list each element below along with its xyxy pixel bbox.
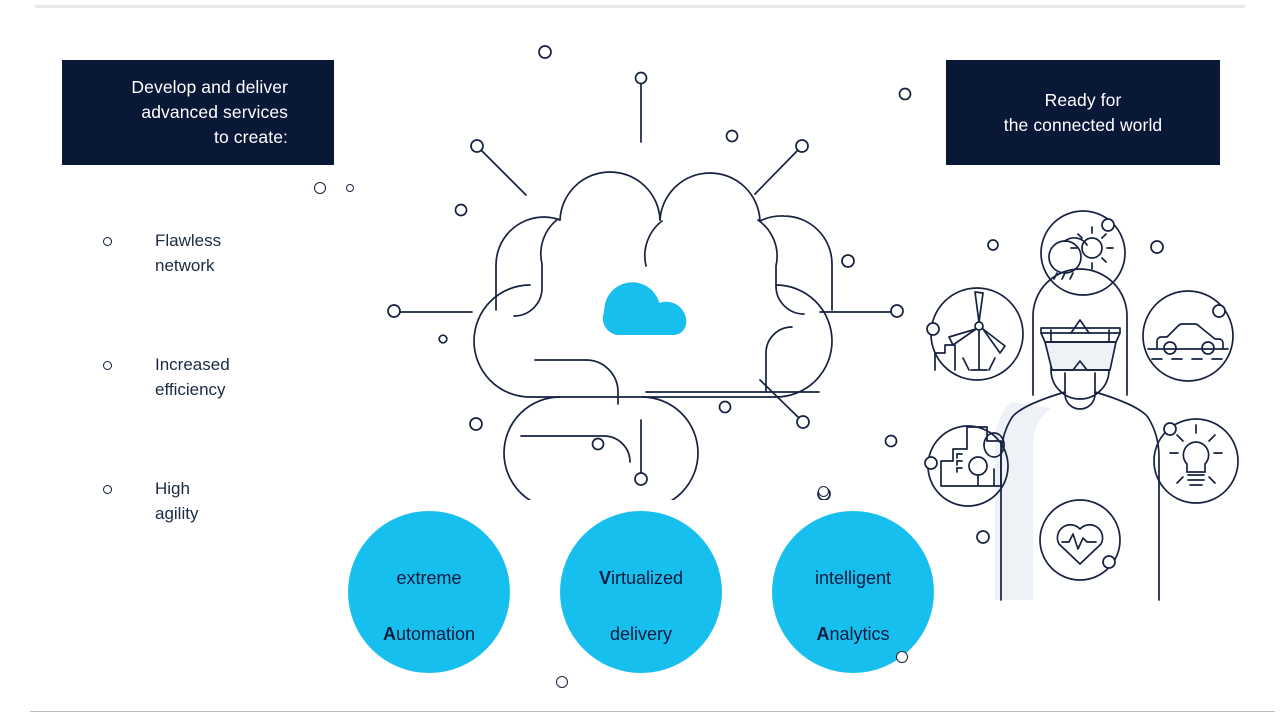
list-item-label: Flawless network bbox=[155, 231, 222, 275]
ava-circle-label: Virtualized delivery bbox=[598, 568, 684, 644]
brain-cloud-illustration bbox=[380, 20, 920, 687]
cloud-icon bbox=[602, 282, 687, 335]
list-item: Flawless network bbox=[100, 228, 350, 352]
ava-circle-virtualized: Virtualized delivery bbox=[560, 511, 722, 673]
callout-left-line-3: to create: bbox=[214, 127, 288, 147]
ava-circle-automation: extreme Automation bbox=[348, 511, 510, 673]
benefits-list: Flawless network Increased efficiency Hi… bbox=[100, 228, 350, 600]
callout-right: Ready for the connected world bbox=[946, 60, 1220, 165]
body-shading bbox=[995, 402, 1051, 600]
wind-turbine-icon bbox=[930, 287, 1024, 381]
decorative-dot bbox=[556, 676, 568, 688]
circle-bullet-icon bbox=[103, 485, 112, 494]
top-divider bbox=[35, 5, 1245, 8]
decorative-dot bbox=[346, 184, 354, 192]
circle-bullet-icon bbox=[103, 361, 112, 370]
callout-left: Develop and deliver advanced services to… bbox=[62, 60, 334, 165]
callout-right-line-1: Ready for bbox=[1044, 89, 1122, 110]
list-item: High agility bbox=[100, 476, 350, 600]
decorative-dot bbox=[818, 486, 829, 497]
decorative-dot bbox=[896, 651, 908, 663]
callout-left-line-2: advanced services bbox=[141, 102, 288, 122]
ava-circle-analytics: intelligent Analytics bbox=[772, 511, 934, 673]
connected-world-illustration bbox=[905, 195, 1255, 615]
callout-left-line-1: Develop and deliver bbox=[131, 77, 288, 97]
ava-circle-label: extreme Automation bbox=[382, 568, 476, 644]
bottom-divider bbox=[30, 711, 1275, 712]
circle-bullet-icon bbox=[103, 237, 112, 246]
list-item-label: Increased efficiency bbox=[155, 355, 230, 399]
list-item-label: High agility bbox=[155, 479, 199, 523]
ava-circle-label: intelligent Analytics bbox=[814, 568, 892, 644]
decorative-dot bbox=[314, 182, 326, 194]
list-item: Increased efficiency bbox=[100, 352, 350, 476]
slide-canvas: Develop and deliver advanced services to… bbox=[0, 0, 1280, 720]
callout-right-line-2: the connected world bbox=[1003, 114, 1163, 135]
